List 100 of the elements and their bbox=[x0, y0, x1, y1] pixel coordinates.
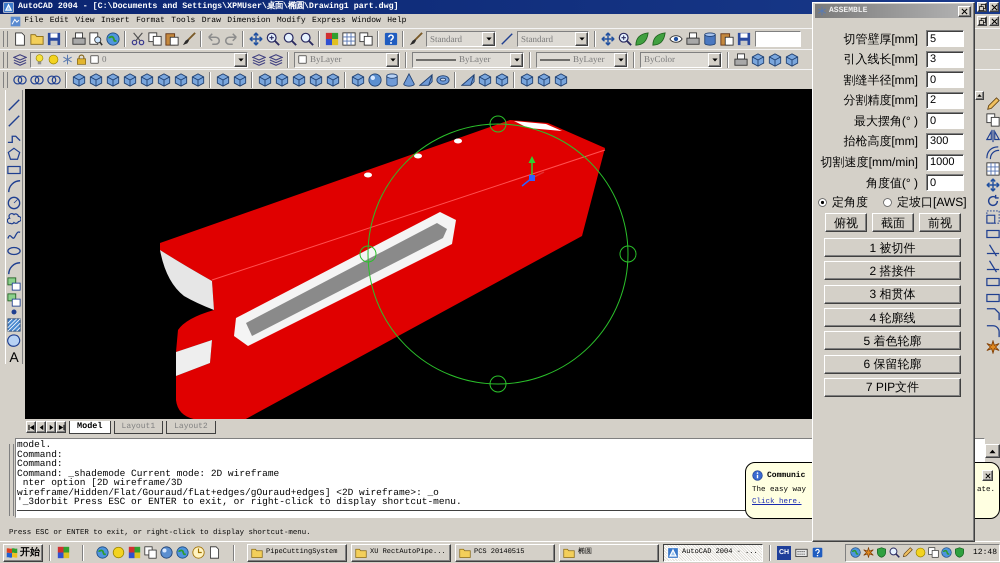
parameter-field[interactable]: 0 bbox=[926, 112, 964, 130]
brush-icon[interactable] bbox=[182, 32, 196, 46]
help-icon[interactable] bbox=[384, 32, 398, 46]
step-button[interactable]: 7 PIP文件 bbox=[824, 378, 961, 397]
magnifier-icon[interactable] bbox=[282, 32, 296, 46]
close-button[interactable] bbox=[989, 16, 999, 26]
cube-icon[interactable] bbox=[308, 72, 322, 86]
zoom-icon[interactable] bbox=[266, 32, 280, 46]
globe-icon[interactable] bbox=[96, 546, 109, 559]
view-button[interactable]: 前视 bbox=[919, 213, 961, 232]
arcball-grip-icon[interactable] bbox=[620, 246, 636, 262]
step-button[interactable]: 5 着色轮廓 bbox=[824, 331, 961, 350]
tab-scroll-button[interactable] bbox=[26, 421, 36, 433]
magnifier-icon[interactable] bbox=[300, 32, 314, 46]
step-button[interactable]: 3 相贯体 bbox=[824, 284, 961, 304]
block-icon[interactable] bbox=[7, 276, 21, 291]
input-field[interactable] bbox=[755, 31, 801, 47]
tab-scroll-button[interactable] bbox=[46, 421, 56, 433]
floppy-icon[interactable] bbox=[736, 32, 750, 46]
restore-button[interactable] bbox=[977, 16, 987, 26]
cube-icon[interactable] bbox=[536, 72, 550, 86]
leaf-icon[interactable] bbox=[652, 32, 666, 46]
menu-item[interactable]: Tools bbox=[168, 17, 198, 25]
brush-icon[interactable] bbox=[408, 32, 422, 46]
torus-icon[interactable] bbox=[436, 72, 450, 86]
grid-icon[interactable] bbox=[342, 32, 356, 46]
fillet-icon[interactable] bbox=[986, 324, 1000, 338]
line-icon[interactable] bbox=[7, 114, 21, 128]
cone-icon[interactable] bbox=[402, 72, 416, 86]
pencil-icon[interactable] bbox=[902, 547, 913, 558]
cube-icon[interactable] bbox=[292, 72, 306, 86]
pages-icon[interactable] bbox=[986, 113, 1000, 128]
chamfer-icon[interactable] bbox=[986, 307, 1000, 322]
menu-item[interactable]: Help bbox=[384, 17, 410, 25]
trim-icon[interactable] bbox=[986, 242, 1000, 257]
database-icon[interactable] bbox=[702, 32, 716, 46]
parameter-field[interactable]: 0 bbox=[926, 71, 964, 88]
cloud-icon[interactable] bbox=[7, 212, 21, 226]
globe-icon[interactable] bbox=[940, 547, 952, 558]
block-icon[interactable] bbox=[7, 293, 21, 307]
menu-item[interactable]: Draw bbox=[198, 17, 224, 25]
menu-item[interactable]: Modify bbox=[274, 17, 309, 25]
page-icon[interactable] bbox=[12, 32, 26, 46]
view-button[interactable]: 截面 bbox=[872, 213, 914, 232]
cube-icon[interactable] bbox=[258, 72, 272, 86]
layers-icon[interactable] bbox=[268, 52, 282, 66]
cube-icon[interactable] bbox=[784, 52, 798, 66]
dropdown-button[interactable] bbox=[708, 52, 721, 66]
scissors-icon[interactable] bbox=[130, 32, 144, 46]
magnifier-icon[interactable] bbox=[888, 547, 900, 558]
cube-icon[interactable] bbox=[520, 72, 534, 86]
circles-icon[interactable] bbox=[30, 72, 44, 86]
wedge-icon[interactable] bbox=[460, 72, 474, 86]
arcball-grip-icon[interactable] bbox=[490, 376, 506, 392]
tab-scroll-button[interactable] bbox=[36, 421, 46, 433]
menu-item[interactable]: Edit bbox=[46, 17, 72, 25]
cube-icon[interactable] bbox=[156, 72, 170, 86]
scroll-up-button[interactable] bbox=[975, 91, 984, 100]
menu-item[interactable]: View bbox=[72, 17, 98, 25]
parameter-field[interactable]: 3 bbox=[926, 50, 964, 68]
tab-scroll-button[interactable] bbox=[56, 421, 66, 433]
circle-icon[interactable] bbox=[7, 196, 21, 210]
text-tool-button[interactable]: A bbox=[9, 350, 19, 364]
parameter-field[interactable]: 2 bbox=[926, 92, 964, 109]
cylinder-icon[interactable] bbox=[384, 72, 398, 86]
menu-item[interactable]: File bbox=[21, 17, 47, 25]
cube-icon[interactable] bbox=[140, 72, 154, 86]
cube-icon[interactable] bbox=[174, 72, 188, 86]
point-icon[interactable] bbox=[11, 309, 17, 316]
help-icon[interactable] bbox=[812, 547, 823, 558]
step-button[interactable]: 1 被切件 bbox=[824, 238, 961, 258]
clipboard-icon[interactable] bbox=[720, 32, 734, 46]
palette-icon[interactable] bbox=[57, 546, 70, 559]
preview-icon[interactable] bbox=[88, 32, 102, 46]
step-button[interactable]: 6 保留轮廓 bbox=[824, 354, 961, 374]
palette-icon[interactable] bbox=[324, 32, 338, 46]
pages-icon[interactable] bbox=[144, 546, 157, 559]
cube-icon[interactable] bbox=[122, 72, 136, 86]
cube-icon[interactable] bbox=[72, 72, 86, 86]
zoom-icon[interactable] bbox=[618, 32, 632, 46]
floppy-icon[interactable] bbox=[46, 32, 60, 46]
scroll-up-button[interactable] bbox=[985, 444, 1000, 458]
trim-icon[interactable] bbox=[986, 258, 1000, 273]
layers-icon[interactable] bbox=[252, 52, 266, 66]
view-button[interactable]: 俯视 bbox=[825, 213, 867, 232]
scale-icon[interactable] bbox=[986, 210, 1000, 224]
sphere-icon[interactable] bbox=[368, 72, 382, 86]
arc-icon[interactable] bbox=[7, 179, 21, 194]
circles-icon[interactable] bbox=[12, 72, 26, 86]
cube-icon[interactable] bbox=[326, 72, 340, 86]
printer-icon[interactable] bbox=[734, 52, 748, 66]
dropdown-button[interactable] bbox=[510, 52, 523, 66]
layers-icon[interactable] bbox=[12, 52, 26, 66]
restore-button[interactable] bbox=[977, 2, 987, 12]
cube-icon[interactable] bbox=[350, 72, 364, 86]
sphere-icon[interactable] bbox=[160, 546, 173, 559]
printer-icon[interactable] bbox=[686, 32, 700, 46]
cube-icon[interactable] bbox=[274, 72, 288, 86]
rotate-icon[interactable] bbox=[986, 194, 1000, 208]
cube-icon[interactable] bbox=[750, 52, 764, 66]
